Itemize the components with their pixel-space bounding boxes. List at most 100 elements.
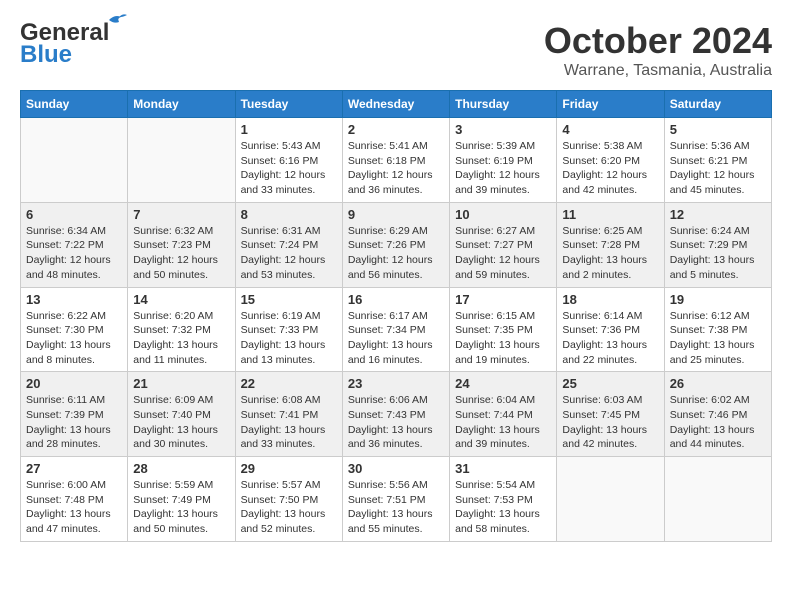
day-number: 6 bbox=[26, 207, 122, 222]
day-info: Sunrise: 5:59 AMSunset: 7:49 PMDaylight:… bbox=[133, 478, 229, 537]
day-number: 28 bbox=[133, 461, 229, 476]
calendar-day-cell: 31 Sunrise: 5:54 AMSunset: 7:53 PMDayligh… bbox=[450, 457, 557, 542]
day-number: 15 bbox=[241, 292, 337, 307]
day-info: Sunrise: 5:36 AMSunset: 6:21 PMDaylight:… bbox=[670, 139, 766, 198]
title-block: October 2024 Warrane, Tasmania, Australi… bbox=[544, 20, 772, 80]
day-number: 21 bbox=[133, 376, 229, 391]
calendar-day-cell: 1 Sunrise: 5:43 AMSunset: 6:16 PMDaylight… bbox=[235, 118, 342, 203]
weekday-header: Tuesday bbox=[235, 91, 342, 118]
calendar-day-cell: 8Sunrise: 6:31 AMSunset: 7:24 PMDaylight… bbox=[235, 202, 342, 287]
calendar-day-cell: 2Sunrise: 5:41 AMSunset: 6:18 PMDaylight… bbox=[342, 118, 449, 203]
calendar-day-cell: 5 Sunrise: 5:36 AMSunset: 6:21 PMDaylight… bbox=[664, 118, 771, 203]
calendar-day-cell: 24 Sunrise: 6:04 AMSunset: 7:44 PMDayligh… bbox=[450, 372, 557, 457]
calendar-day-cell: 12Sunrise: 6:24 AMSunset: 7:29 PMDayligh… bbox=[664, 202, 771, 287]
calendar-day-cell: 11Sunrise: 6:25 AMSunset: 7:28 PMDayligh… bbox=[557, 202, 664, 287]
calendar-day-cell: 17 Sunrise: 6:15 AMSunset: 7:35 PMDayligh… bbox=[450, 287, 557, 372]
weekday-header: Friday bbox=[557, 91, 664, 118]
calendar-day-cell: 7 Sunrise: 6:32 AMSunset: 7:23 PMDaylight… bbox=[128, 202, 235, 287]
weekday-header: Wednesday bbox=[342, 91, 449, 118]
calendar-day-cell: 29 Sunrise: 5:57 AMSunset: 7:50 PMDayligh… bbox=[235, 457, 342, 542]
day-info: Sunrise: 6:00 AMSunset: 7:48 PMDaylight:… bbox=[26, 478, 122, 537]
day-info: Sunrise: 6:15 AMSunset: 7:35 PMDaylight:… bbox=[455, 309, 551, 368]
day-info: Sunrise: 6:14 AMSunset: 7:36 PMDaylight:… bbox=[562, 309, 658, 368]
calendar-day-cell bbox=[557, 457, 664, 542]
day-number: 16 bbox=[348, 292, 444, 307]
day-info: Sunrise: 5:39 AMSunset: 6:19 PMDaylight:… bbox=[455, 139, 551, 198]
day-info: Sunrise: 5:43 AMSunset: 6:16 PMDaylight:… bbox=[241, 139, 337, 198]
weekday-header: Sunday bbox=[21, 91, 128, 118]
calendar-week-row: 6 Sunrise: 6:34 AMSunset: 7:22 PMDaylight… bbox=[21, 202, 772, 287]
day-number: 17 bbox=[455, 292, 551, 307]
day-info: Sunrise: 6:24 AMSunset: 7:29 PMDaylight:… bbox=[670, 224, 766, 283]
day-number: 3 bbox=[455, 122, 551, 137]
day-number: 23 bbox=[348, 376, 444, 391]
day-number: 29 bbox=[241, 461, 337, 476]
day-info: Sunrise: 6:19 AMSunset: 7:33 PMDaylight:… bbox=[241, 309, 337, 368]
bird-icon bbox=[107, 12, 127, 28]
day-info: Sunrise: 6:32 AMSunset: 7:23 PMDaylight:… bbox=[133, 224, 229, 283]
day-number: 4 bbox=[562, 122, 658, 137]
day-info: Sunrise: 5:54 AMSunset: 7:53 PMDaylight:… bbox=[455, 478, 551, 537]
calendar-day-cell: 25Sunrise: 6:03 AMSunset: 7:45 PMDayligh… bbox=[557, 372, 664, 457]
calendar-day-cell: 18 Sunrise: 6:14 AMSunset: 7:36 PMDayligh… bbox=[557, 287, 664, 372]
logo-general: General bbox=[20, 19, 109, 46]
day-info: Sunrise: 6:17 AMSunset: 7:34 PMDaylight:… bbox=[348, 309, 444, 368]
day-info: Sunrise: 6:11 AMSunset: 7:39 PMDaylight:… bbox=[26, 393, 122, 452]
day-number: 30 bbox=[348, 461, 444, 476]
calendar-day-cell: 23 Sunrise: 6:06 AMSunset: 7:43 PMDayligh… bbox=[342, 372, 449, 457]
calendar-day-cell: 30 Sunrise: 5:56 AMSunset: 7:51 PMDayligh… bbox=[342, 457, 449, 542]
day-info: Sunrise: 6:27 AMSunset: 7:27 PMDaylight:… bbox=[455, 224, 551, 283]
calendar-day-cell: 28 Sunrise: 5:59 AMSunset: 7:49 PMDayligh… bbox=[128, 457, 235, 542]
day-info: Sunrise: 6:25 AMSunset: 7:28 PMDaylight:… bbox=[562, 224, 658, 283]
page-header: General Blue October 2024 Warrane, Tasma… bbox=[20, 20, 772, 80]
location-subtitle: Warrane, Tasmania, Australia bbox=[544, 62, 772, 80]
day-number: 1 bbox=[241, 122, 337, 137]
calendar-day-cell: 9 Sunrise: 6:29 AMSunset: 7:26 PMDaylight… bbox=[342, 202, 449, 287]
day-number: 9 bbox=[348, 207, 444, 222]
calendar-day-cell bbox=[21, 118, 128, 203]
day-number: 20 bbox=[26, 376, 122, 391]
day-info: Sunrise: 5:38 AMSunset: 6:20 PMDaylight:… bbox=[562, 139, 658, 198]
calendar-day-cell bbox=[128, 118, 235, 203]
calendar-day-cell: 13Sunrise: 6:22 AMSunset: 7:30 PMDayligh… bbox=[21, 287, 128, 372]
day-info: Sunrise: 6:29 AMSunset: 7:26 PMDaylight:… bbox=[348, 224, 444, 283]
calendar-day-cell: 4 Sunrise: 5:38 AMSunset: 6:20 PMDaylight… bbox=[557, 118, 664, 203]
calendar-day-cell: 10 Sunrise: 6:27 AMSunset: 7:27 PMDayligh… bbox=[450, 202, 557, 287]
day-info: Sunrise: 6:31 AMSunset: 7:24 PMDaylight:… bbox=[241, 224, 337, 283]
day-number: 14 bbox=[133, 292, 229, 307]
month-title: October 2024 bbox=[544, 20, 772, 62]
calendar-day-cell: 26 Sunrise: 6:02 AMSunset: 7:46 PMDayligh… bbox=[664, 372, 771, 457]
calendar-day-cell: 21 Sunrise: 6:09 AMSunset: 7:40 PMDayligh… bbox=[128, 372, 235, 457]
calendar-day-cell: 19Sunrise: 6:12 AMSunset: 7:38 PMDayligh… bbox=[664, 287, 771, 372]
day-info: Sunrise: 5:56 AMSunset: 7:51 PMDaylight:… bbox=[348, 478, 444, 537]
weekday-header: Saturday bbox=[664, 91, 771, 118]
day-number: 2 bbox=[348, 122, 444, 137]
day-number: 13 bbox=[26, 292, 122, 307]
day-info: Sunrise: 6:02 AMSunset: 7:46 PMDaylight:… bbox=[670, 393, 766, 452]
day-number: 24 bbox=[455, 376, 551, 391]
day-number: 10 bbox=[455, 207, 551, 222]
day-number: 5 bbox=[670, 122, 766, 137]
calendar-header-row: SundayMondayTuesdayWednesdayThursdayFrid… bbox=[21, 91, 772, 118]
calendar-day-cell bbox=[664, 457, 771, 542]
day-info: Sunrise: 6:04 AMSunset: 7:44 PMDaylight:… bbox=[455, 393, 551, 452]
calendar-day-cell: 22Sunrise: 6:08 AMSunset: 7:41 PMDayligh… bbox=[235, 372, 342, 457]
day-number: 26 bbox=[670, 376, 766, 391]
weekday-header: Thursday bbox=[450, 91, 557, 118]
calendar-week-row: 27Sunrise: 6:00 AMSunset: 7:48 PMDayligh… bbox=[21, 457, 772, 542]
calendar-week-row: 20 Sunrise: 6:11 AMSunset: 7:39 PMDayligh… bbox=[21, 372, 772, 457]
day-info: Sunrise: 6:20 AMSunset: 7:32 PMDaylight:… bbox=[133, 309, 229, 368]
day-number: 18 bbox=[562, 292, 658, 307]
calendar-day-cell: 14 Sunrise: 6:20 AMSunset: 7:32 PMDayligh… bbox=[128, 287, 235, 372]
day-info: Sunrise: 6:09 AMSunset: 7:40 PMDaylight:… bbox=[133, 393, 229, 452]
day-number: 7 bbox=[133, 207, 229, 222]
calendar-week-row: 1 Sunrise: 5:43 AMSunset: 6:16 PMDaylight… bbox=[21, 118, 772, 203]
day-number: 19 bbox=[670, 292, 766, 307]
day-info: Sunrise: 6:06 AMSunset: 7:43 PMDaylight:… bbox=[348, 393, 444, 452]
calendar-day-cell: 15 Sunrise: 6:19 AMSunset: 7:33 PMDayligh… bbox=[235, 287, 342, 372]
day-number: 31 bbox=[455, 461, 551, 476]
day-info: Sunrise: 5:57 AMSunset: 7:50 PMDaylight:… bbox=[241, 478, 337, 537]
day-info: Sunrise: 6:08 AMSunset: 7:41 PMDaylight:… bbox=[241, 393, 337, 452]
calendar-table: SundayMondayTuesdayWednesdayThursdayFrid… bbox=[20, 90, 772, 542]
day-info: Sunrise: 6:34 AMSunset: 7:22 PMDaylight:… bbox=[26, 224, 122, 283]
